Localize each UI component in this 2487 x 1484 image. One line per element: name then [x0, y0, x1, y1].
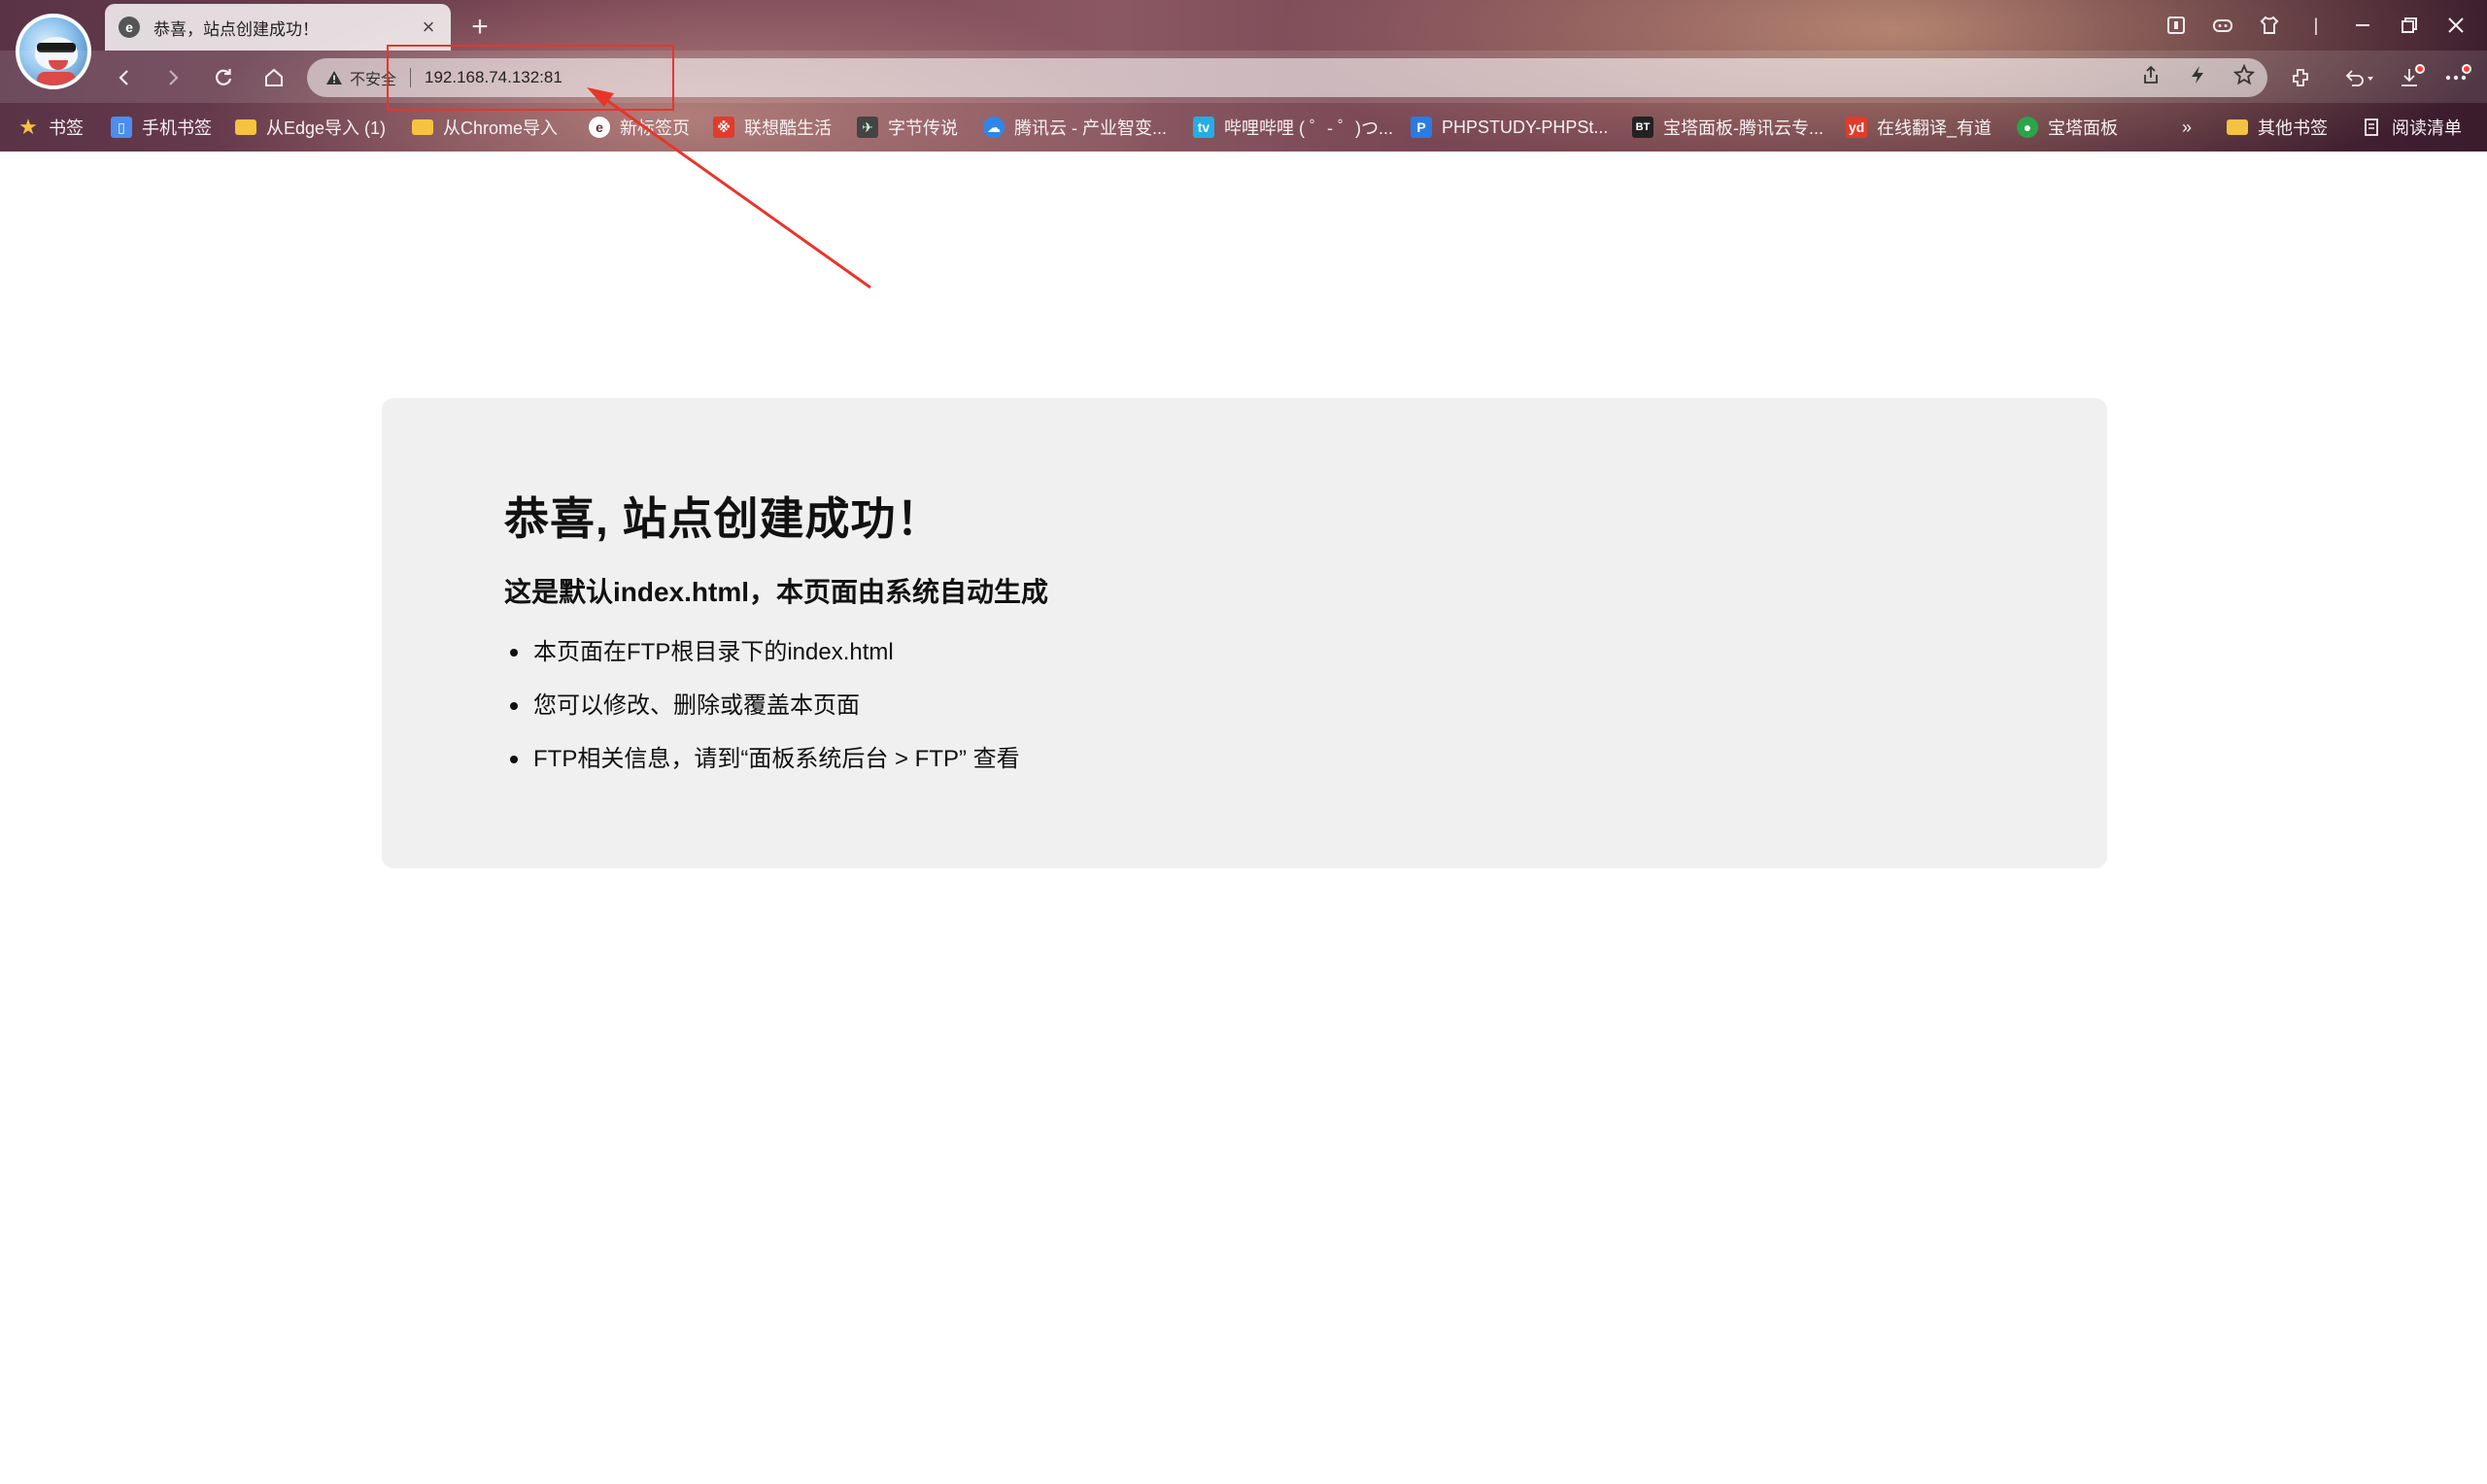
bookmark-label: 宝塔面板 [2048, 118, 2118, 138]
game-controller-icon[interactable] [2199, 8, 2246, 43]
info-list: 本页面在FTP根目录下的index.html 您可以修改、删除或覆盖本页面 FT… [504, 633, 1020, 793]
bt-green-icon: ● [2017, 117, 2038, 138]
warning-icon[interactable] [324, 68, 344, 87]
browser-chrome: e 恭喜，站点创建成功！ × + | 不安全 192.168.74.132:81… [0, 0, 2487, 152]
folder-icon [412, 119, 433, 135]
undo-history-icon[interactable] [2330, 58, 2388, 97]
bytes-icon: ✈ [857, 117, 878, 138]
downloads-icon[interactable] [2386, 58, 2433, 97]
other-bookmarks-item[interactable]: 其他书签 [2227, 111, 2328, 144]
favorite-star-icon[interactable] [2221, 63, 2267, 91]
menu-badge [2462, 64, 2471, 74]
youdao-icon: yd [1846, 117, 1867, 138]
toolbar: 不安全 192.168.74.132:81 [0, 51, 2487, 103]
bookmark-item[interactable]: ▯ 手机书签 [111, 111, 212, 144]
window-close-icon[interactable] [2433, 8, 2479, 43]
bookmark-label: 手机书签 [142, 118, 212, 138]
tab-actions-icon[interactable] [2153, 8, 2199, 43]
share-icon[interactable] [2128, 65, 2174, 90]
lenovo-icon: ※ [713, 117, 734, 138]
minimize-icon[interactable] [2339, 8, 2386, 43]
bookmark-item[interactable]: BT 宝塔面板-腾讯云专... [1632, 111, 1823, 144]
bookmark-label: 在线翻译_有道 [1877, 118, 1993, 138]
bookmark-label: PHPSTUDY-PHPSt... [1442, 117, 1609, 137]
bookmark-label: 哔哩哔哩 ( ゜- ゜)つ... [1224, 118, 1393, 138]
restore-icon[interactable] [2386, 8, 2433, 43]
bookmark-item[interactable]: e 新标签页 [589, 111, 690, 144]
reading-list-item[interactable]: 阅读清单 [2361, 111, 2462, 144]
bookmark-label: 从Chrome导入 [443, 118, 559, 138]
bookmarks-overflow-button[interactable]: » [2182, 111, 2192, 144]
bt-icon: BT [1632, 117, 1653, 138]
home-button[interactable] [255, 58, 293, 97]
close-icon[interactable]: × [412, 15, 445, 40]
list-item: FTP相关信息，请到“面板系统后台 > FTP” 查看 [504, 740, 1020, 793]
divider-icon: | [2313, 15, 2319, 35]
new-tab-button[interactable]: + [460, 8, 499, 47]
tab-title: 恭喜，站点创建成功！ [153, 19, 319, 39]
extensions-icon[interactable] [2277, 58, 2324, 97]
bookmark-label: 宝塔面板-腾讯云专... [1663, 118, 1823, 138]
bookmark-item[interactable]: ★ 书签 [17, 111, 84, 144]
back-button[interactable] [105, 58, 144, 97]
bookmark-item[interactable]: 从Edge导入 (1) [235, 111, 386, 144]
phpstudy-icon: P [1411, 117, 1432, 138]
tencent-cloud-icon: ☁ [983, 117, 1005, 138]
reading-list-label: 阅读清单 [2392, 118, 2462, 138]
folder-icon [235, 119, 256, 135]
url-text[interactable]: 192.168.74.132:81 [425, 68, 2128, 87]
bilibili-icon: tv [1193, 117, 1214, 138]
welcome-card: 恭喜, 站点创建成功！ 这是默认index.html，本页面由系统自动生成 本页… [382, 398, 2107, 868]
downloads-badge [2415, 64, 2425, 74]
annotation-highlight-box [387, 45, 674, 111]
bookmark-item[interactable]: ● 宝塔面板 [2017, 111, 2118, 144]
shirt-icon[interactable] [2246, 8, 2293, 43]
edge-icon: e [589, 117, 610, 138]
bookmark-item[interactable]: ✈ 字节传说 [857, 111, 958, 144]
bookmark-label: 书签 [49, 118, 84, 138]
bookmark-item[interactable]: P PHPSTUDY-PHPSt... [1411, 111, 1608, 144]
edge-e-icon: e [119, 17, 140, 38]
phone-doc-icon: ▯ [111, 117, 132, 138]
bookmark-label: 从Edge导入 (1) [266, 118, 387, 138]
reading-list-icon [2361, 117, 2382, 138]
tab-strip: e 恭喜，站点创建成功！ × + | [0, 0, 2487, 89]
bookmark-label: 腾讯云 - 产业智变... [1014, 118, 1167, 138]
bookmark-label: 新标签页 [620, 118, 690, 138]
tab-active[interactable]: e 恭喜，站点创建成功！ × [105, 4, 451, 51]
forward-button[interactable] [153, 58, 192, 97]
bookmark-label: 联想酷生活 [744, 118, 832, 138]
list-item: 您可以修改、删除或覆盖本页面 [504, 687, 1020, 740]
bookmark-item[interactable]: 从Chrome导入 [412, 111, 558, 144]
page-subtitle: 这是默认index.html，本页面由系统自动生成 [504, 577, 1049, 607]
star-icon: ★ [18, 115, 38, 139]
folder-icon [2227, 119, 2248, 135]
window-extras: | [2153, 8, 2479, 43]
refresh-button[interactable] [204, 58, 243, 97]
bookmark-label: 字节传说 [888, 118, 958, 138]
page-title: 恭喜, 站点创建成功！ [504, 493, 942, 544]
bookmark-item[interactable]: tv 哔哩哔哩 ( ゜- ゜)つ... [1193, 111, 1393, 144]
bookmark-item[interactable]: yd 在线翻译_有道 [1846, 111, 1992, 144]
bookmark-item[interactable]: ※ 联想酷生活 [713, 111, 832, 144]
bookmark-item[interactable]: ☁ 腾讯云 - 产业智变... [983, 111, 1167, 144]
more-menu-icon[interactable] [2433, 58, 2479, 97]
lightning-icon[interactable] [2174, 65, 2221, 90]
other-bookmarks-label: 其他书签 [2258, 118, 2328, 138]
list-item: 本页面在FTP根目录下的index.html [504, 633, 1020, 687]
